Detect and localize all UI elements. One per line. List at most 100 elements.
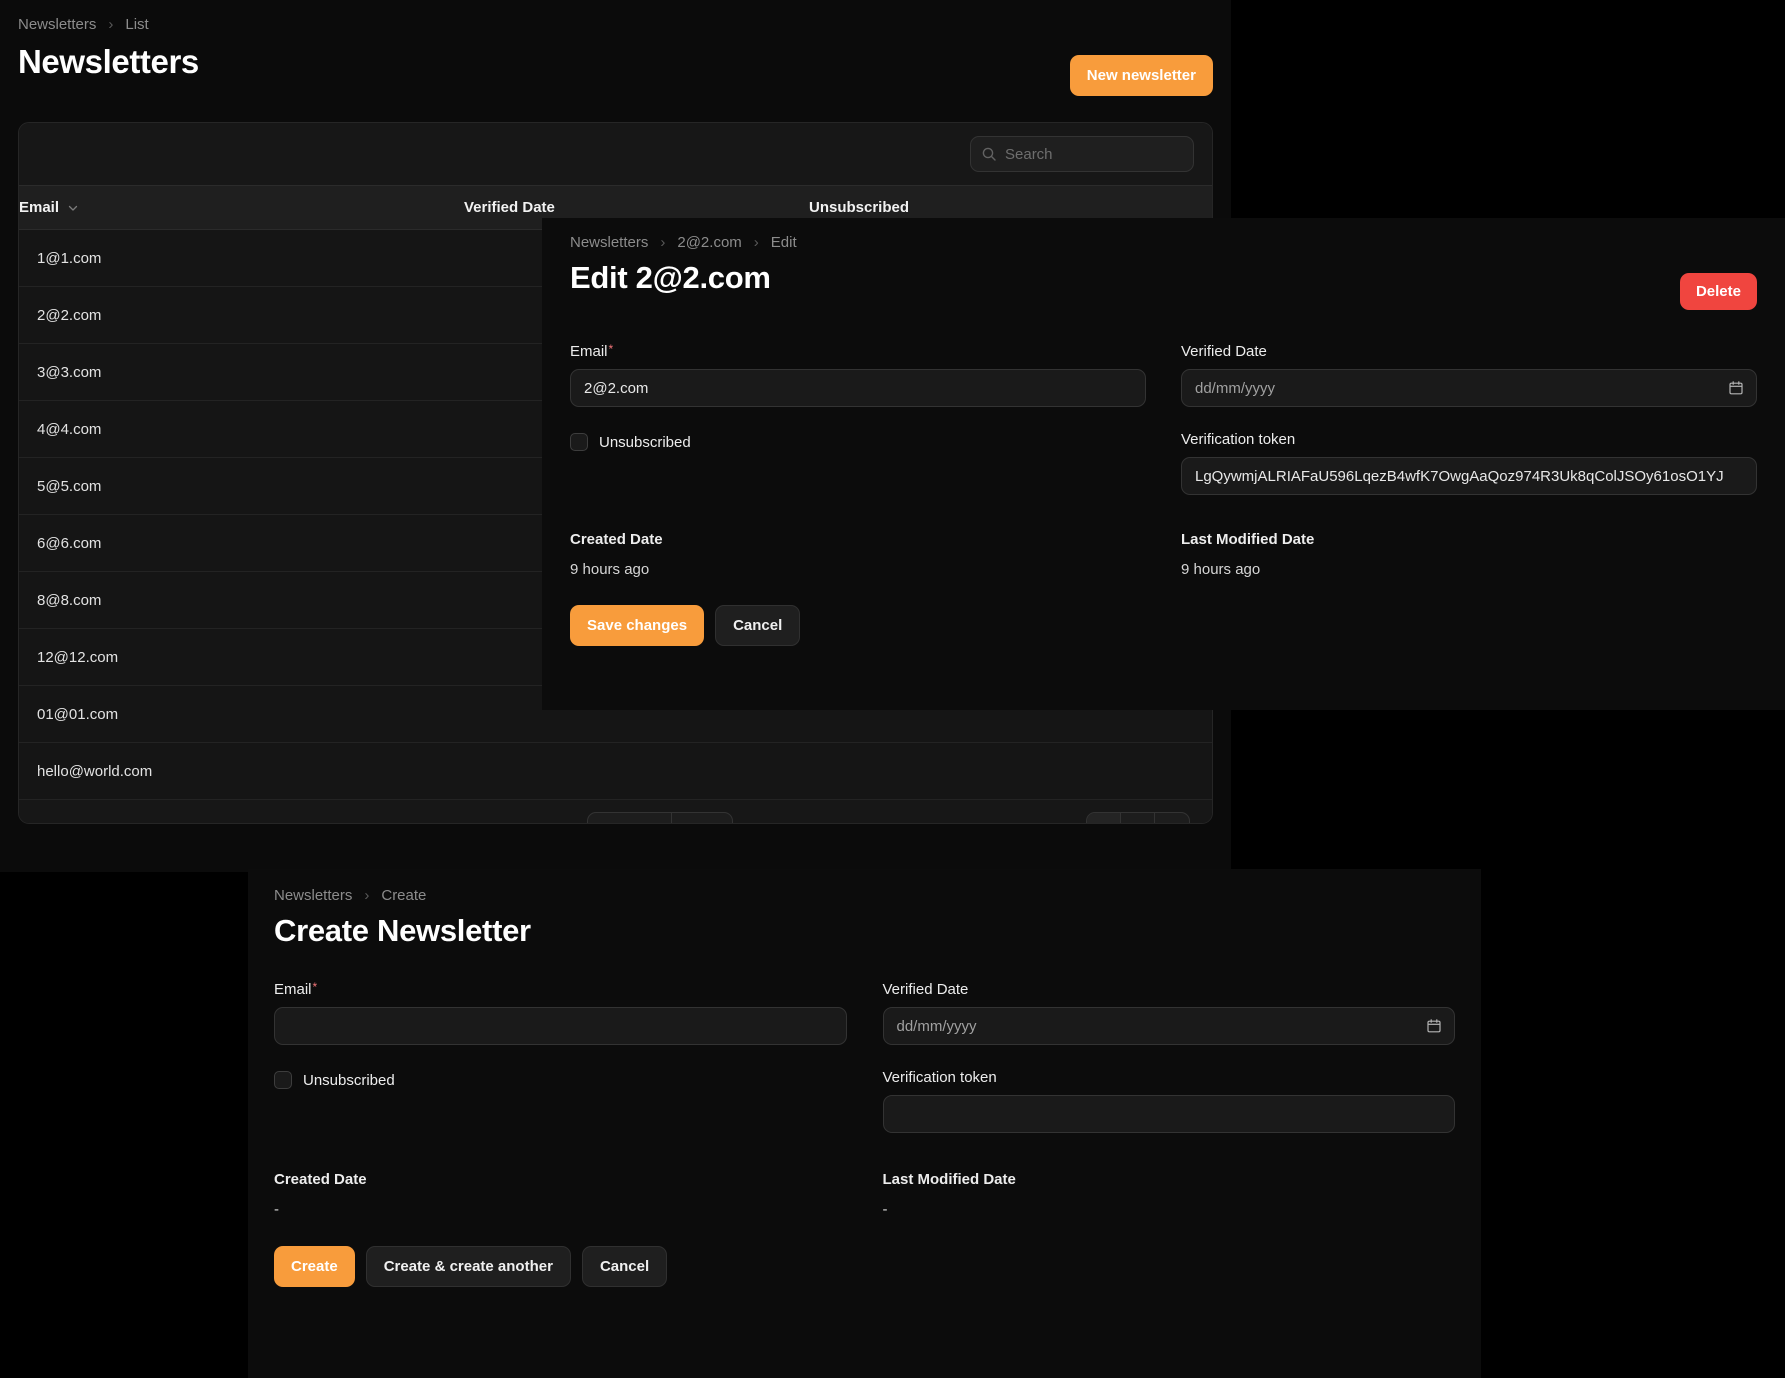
edit-created-date-value: 9 hours ago [570, 561, 650, 578]
create-unsubscribed-row[interactable]: Unsubscribed [274, 1071, 847, 1089]
create-created-date-block: Created Date - [274, 1171, 847, 1218]
create-unsubscribed-label: Unsubscribed [303, 1071, 395, 1089]
edit-email-input[interactable] [570, 369, 1146, 407]
cell-email: hello@world.com [19, 742, 464, 800]
edit-email-label: Email * [570, 343, 1146, 360]
breadcrumb-separator-icon: › [753, 234, 759, 251]
results-count: Showing 1 to 10 of 12 results [41, 821, 234, 823]
cell-email: 1@1.com [19, 229, 464, 287]
create-form-right-column: Verified Date Verification token [882, 981, 1455, 1133]
create-and-create-another-button[interactable]: Create & create another [365, 1246, 571, 1287]
backdrop-block-top-right [1231, 0, 1785, 218]
edit-verification-token-input[interactable] [1181, 457, 1757, 495]
create-meta-grid: Created Date - Last Modified Date - [274, 1171, 1455, 1218]
create-created-date-label: Created Date [274, 1171, 367, 1188]
calendar-icon[interactable] [1728, 380, 1744, 396]
create-verification-token-input[interactable] [882, 1095, 1455, 1133]
search-field[interactable] [970, 136, 1194, 172]
edit-meta-grid: Created Date 9 hours ago Last Modified D… [570, 531, 1757, 578]
edit-last-modified-block: Last Modified Date 9 hours ago [1181, 531, 1757, 578]
per-page-value: 10 [684, 821, 701, 823]
create-panel-title: Create Newsletter [274, 913, 531, 948]
create-last-modified-label: Last Modified Date [882, 1171, 1016, 1188]
next-page-button[interactable]: › [1155, 813, 1189, 823]
create-email-input[interactable] [274, 1007, 847, 1045]
create-last-modified-block: Last Modified Date - [883, 1171, 1456, 1218]
create-last-modified-value: - [882, 1201, 888, 1218]
create-breadcrumb: Newsletters › Create [274, 869, 1455, 904]
create-unsubscribed-checkbox[interactable] [274, 1071, 292, 1089]
edit-unsubscribed-label: Unsubscribed [599, 433, 691, 451]
backdrop-block-bottom-left [0, 872, 248, 1378]
edit-form-right-column: Verified Date Verification token [1181, 343, 1757, 495]
chevron-down-icon [708, 824, 720, 825]
create-verification-token-label: Verification token [882, 1069, 997, 1086]
table-row[interactable]: hello@world.com [19, 742, 1212, 800]
pagination[interactable]: 1 2 › [1085, 811, 1190, 823]
cell-email: 8@8.com [19, 571, 464, 629]
search-input[interactable] [1005, 145, 1183, 163]
new-newsletter-button[interactable]: New newsletter [1069, 55, 1213, 96]
calendar-icon[interactable] [1426, 1018, 1442, 1034]
cell-unsubscribed [809, 742, 1212, 800]
edit-form-left-column: Email * Unsubscribed [570, 343, 1146, 495]
create-verified-date-input[interactable] [882, 1007, 1455, 1045]
save-changes-button[interactable]: Save changes [570, 605, 705, 646]
create-email-label-text: Email [274, 981, 312, 998]
per-page-select[interactable]: 10 [670, 812, 733, 825]
cell-email: 6@6.com [19, 514, 464, 572]
edit-email-label-text: Email [570, 343, 608, 360]
breadcrumb-separator-icon: › [660, 234, 666, 251]
edit-action-row: Save changes Cancel [570, 605, 1757, 646]
backdrop-block-right [1231, 710, 1785, 872]
required-marker: * [312, 980, 318, 994]
edit-newsletter-panel: Newsletters › 2@2.com › Edit Edit 2@2.co… [542, 218, 1785, 710]
edit-breadcrumb-item-edit: Edit [770, 234, 797, 251]
per-page-label: Per page [588, 813, 671, 824]
edit-created-date-label: Created Date [570, 531, 663, 548]
breadcrumb-item-newsletters[interactable]: Newsletters [18, 16, 96, 33]
page-title: Newsletters [18, 43, 199, 80]
edit-breadcrumb-item-newsletters[interactable]: Newsletters [570, 234, 648, 251]
edit-unsubscribed-checkbox[interactable] [570, 433, 588, 451]
edit-verification-token-label: Verification token [1181, 431, 1296, 448]
edit-created-date-block: Created Date 9 hours ago [570, 531, 1146, 578]
edit-panel-title: Edit 2@2.com [570, 260, 771, 295]
column-header-email[interactable]: Email [19, 185, 464, 230]
edit-verified-date-input[interactable] [1181, 369, 1757, 407]
create-cancel-button[interactable]: Cancel [581, 1246, 668, 1287]
edit-verified-date-label: Verified Date [1181, 343, 1267, 360]
cell-email: 2@2.com [19, 286, 464, 344]
create-email-label: Email * [274, 981, 847, 998]
edit-cancel-button[interactable]: Cancel [715, 605, 801, 646]
cell-email: 12@12.com [19, 628, 464, 686]
create-newsletter-panel: Newsletters › Create Create Newsletter E… [248, 869, 1481, 1378]
edit-breadcrumb-item-record[interactable]: 2@2.com [677, 234, 741, 251]
per-page-control[interactable]: Per page 10 [586, 811, 734, 825]
cell-email: 5@5.com [19, 457, 464, 515]
edit-form-grid: Email * Unsubscribed Verified Date [570, 343, 1757, 495]
search-icon [982, 147, 996, 161]
edit-unsubscribed-row[interactable]: Unsubscribed [570, 433, 1146, 451]
edit-verified-date-field[interactable] [1181, 369, 1757, 407]
cell-email: 3@3.com [19, 343, 464, 401]
cell-email: 01@01.com [19, 685, 464, 743]
breadcrumb-separator-icon: › [364, 887, 370, 904]
create-verified-date-field[interactable] [882, 1007, 1455, 1045]
table-footer: Showing 1 to 10 of 12 results Per page 1… [19, 800, 1212, 825]
create-form-left-column: Email * Unsubscribed [274, 981, 847, 1133]
chevron-down-icon [68, 205, 78, 211]
create-breadcrumb-item-newsletters[interactable]: Newsletters [274, 887, 352, 904]
page-button-1[interactable]: 1 [1086, 812, 1121, 823]
breadcrumb: Newsletters › List [18, 0, 1213, 33]
page-button-2[interactable]: 2 [1121, 812, 1155, 823]
delete-button[interactable]: Delete [1679, 273, 1757, 310]
table-toolbar [19, 123, 1212, 185]
create-button[interactable]: Create [274, 1246, 355, 1287]
cell-verified_date [464, 742, 809, 800]
edit-last-modified-value: 9 hours ago [1181, 561, 1261, 578]
cell-email: 4@4.com [19, 400, 464, 458]
create-form-grid: Email * Unsubscribed Verified Date dd/mm… [274, 981, 1455, 1133]
breadcrumb-separator-icon: › [108, 16, 114, 33]
required-marker: * [608, 342, 614, 356]
